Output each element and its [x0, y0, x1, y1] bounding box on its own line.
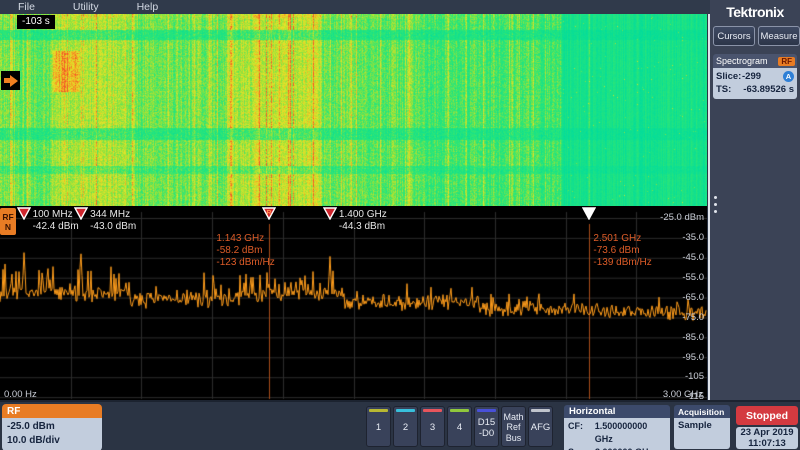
ts-value: -63.89526 s — [743, 83, 794, 96]
rf-channel-badge-line2: N — [5, 222, 11, 232]
spectrogram-view[interactable] — [0, 14, 707, 206]
tektronix-logo: Tektronix — [710, 4, 800, 20]
horizontal-panel[interactable]: Horizontal CF:1.500000000 GHzSpan:3.0000… — [564, 405, 670, 450]
channel-button-channel-1[interactable]: 1 — [366, 406, 391, 447]
peak-marker[interactable] — [323, 207, 337, 220]
channel-button-afg[interactable]: AFG — [528, 406, 553, 447]
channel-button-label: 2 — [403, 414, 408, 446]
channel-button-label: 3 — [430, 414, 435, 446]
channel-button-label: 1 — [376, 414, 381, 446]
y-axis-label: -35.0 — [682, 232, 704, 243]
menu-item-file[interactable]: File — [18, 1, 35, 13]
spectrogram-panel-title: Spectrogram — [716, 56, 778, 66]
setting-row: CF:1.500000000 GHz — [568, 420, 667, 446]
ts-label: TS: — [716, 83, 742, 96]
slice-marker-icon[interactable] — [1, 71, 20, 90]
spectrogram-time-badge: -103 s — [17, 15, 55, 29]
y-axis-label: -105 — [685, 371, 704, 382]
app-window: FileUtilityHelp -103 s RF N 0.00 Hz 3.00… — [0, 0, 800, 450]
y-axis-label: -85.0 — [682, 332, 704, 343]
right-sidebar: Tektronix CursorsMeasure Spectrogram RF … — [710, 0, 800, 403]
peak-annotation: 1.143 GHz-58.2 dBm-123 dBm/Hz — [216, 233, 274, 269]
channel-color-stripe — [504, 409, 523, 410]
channel-button-label: MathRefBus — [503, 412, 523, 447]
rf-source-badge: RF — [778, 57, 795, 66]
channel-color-stripe — [450, 409, 469, 412]
setting-row: Span:3.000000 GHz — [568, 446, 667, 450]
channel-button-channel-4[interactable]: 4 — [447, 406, 472, 447]
run-stop-button[interactable]: Stopped — [736, 406, 798, 425]
measure-button[interactable]: Measure — [758, 26, 800, 46]
slice-row: Slice: -299 A — [716, 70, 794, 83]
channel-button-label: 4 — [457, 414, 462, 446]
rf-channel-badge[interactable]: RF N — [0, 208, 16, 235]
channel-color-stripe — [369, 409, 388, 412]
y-axis-label: -65.0 — [682, 292, 704, 303]
channel-color-stripe — [531, 409, 550, 412]
rf-offset-value: -25.0 dBm — [7, 420, 97, 434]
ts-row: TS: -63.89526 s — [716, 83, 794, 96]
channel-color-stripe — [396, 409, 415, 412]
y-axis-label: -115 — [686, 391, 704, 402]
cursor-marker[interactable] — [582, 207, 596, 220]
channel-button-digital-d15-d0[interactable]: D15-D0 — [474, 406, 499, 447]
spectrogram-panel-header: Spectrogram RF — [713, 54, 797, 68]
channel-button-channel-3[interactable]: 3 — [420, 406, 445, 447]
slice-label: Slice: — [716, 70, 742, 83]
y-axis-label: -55.0 — [682, 272, 704, 283]
peak-marker[interactable] — [74, 207, 88, 220]
menu-item-utility[interactable]: Utility — [73, 1, 99, 13]
datetime-badge: 23 Apr 2019 11:07:13 — [736, 427, 798, 449]
acquisition-panel-title: Acquisition — [674, 405, 730, 418]
channel-button-label: AFG — [531, 414, 551, 446]
source-a-badge: A — [783, 71, 794, 82]
bottom-bar: RF -25.0 dBm 10.0 dB/div 1234 D15-D0 MathR… — [0, 400, 800, 450]
rf-channel-badge-line1: RF — [2, 212, 13, 222]
sidebar-buttons: CursorsMeasure — [713, 26, 800, 46]
spectrogram-panel-body: Slice: -299 A TS: -63.89526 s — [713, 68, 797, 99]
channel-button-channel-2[interactable]: 2 — [393, 406, 418, 447]
rf-card-body: -25.0 dBm 10.0 dB/div — [2, 418, 102, 450]
rf-scale-value: 10.0 dB/div — [7, 434, 97, 448]
reference-marker[interactable]: R — [262, 207, 276, 220]
channel-color-stripe — [477, 409, 496, 412]
acquisition-panel[interactable]: Acquisition Sample — [674, 405, 730, 449]
slice-arrow-head — [10, 75, 18, 87]
time-value: 11:07:13 — [736, 438, 798, 449]
cursors-button[interactable]: Cursors — [713, 26, 755, 46]
marker-readout: 344 MHz-43.0 dBm — [90, 209, 136, 233]
spectrogram-settings-panel[interactable]: Spectrogram RF Slice: -299 A TS: -63.895… — [713, 54, 797, 99]
channel-button-label: D15-D0 — [478, 414, 495, 446]
marker-readout: 1.400 GHz-44.3 dBm — [339, 209, 387, 233]
slice-value: -299 — [742, 70, 761, 83]
marker-readout: 100 MHz-42.4 dBm — [33, 209, 79, 233]
channel-button-row: 1234 D15-D0 MathRefBus AFG — [366, 406, 553, 447]
scroll-handle[interactable] — [712, 196, 718, 213]
horizontal-panel-body: CF:1.500000000 GHzSpan:3.000000 GHzRBW:3… — [564, 418, 670, 450]
horizontal-panel-title: Horizontal — [564, 405, 670, 418]
y-axis-label: -75.0 — [682, 312, 704, 323]
peak-marker[interactable] — [17, 207, 31, 220]
acquisition-mode-value: Sample — [674, 418, 730, 449]
svg-text:R: R — [267, 210, 272, 217]
y-axis-label: -45.0 — [682, 252, 704, 263]
y-axis-label: -25.0 dBm — [660, 212, 704, 223]
date-value: 23 Apr 2019 — [736, 427, 798, 438]
rf-scale-card[interactable]: RF -25.0 dBm 10.0 dB/div — [2, 404, 102, 450]
channel-button-math-ref-bus[interactable]: MathRefBus — [501, 406, 526, 447]
menu-bar: File Utility Help — [0, 0, 710, 14]
y-axis-label: -95.0 — [682, 352, 704, 363]
peak-annotation: 2.501 GHz-73.6 dBm-139 dBm/Hz — [593, 233, 651, 269]
rf-card-title: RF — [2, 404, 102, 418]
x-axis-start-label: 0.00 Hz — [4, 389, 37, 400]
channel-color-stripe — [423, 409, 442, 412]
menu-item-help[interactable]: Help — [137, 1, 159, 13]
